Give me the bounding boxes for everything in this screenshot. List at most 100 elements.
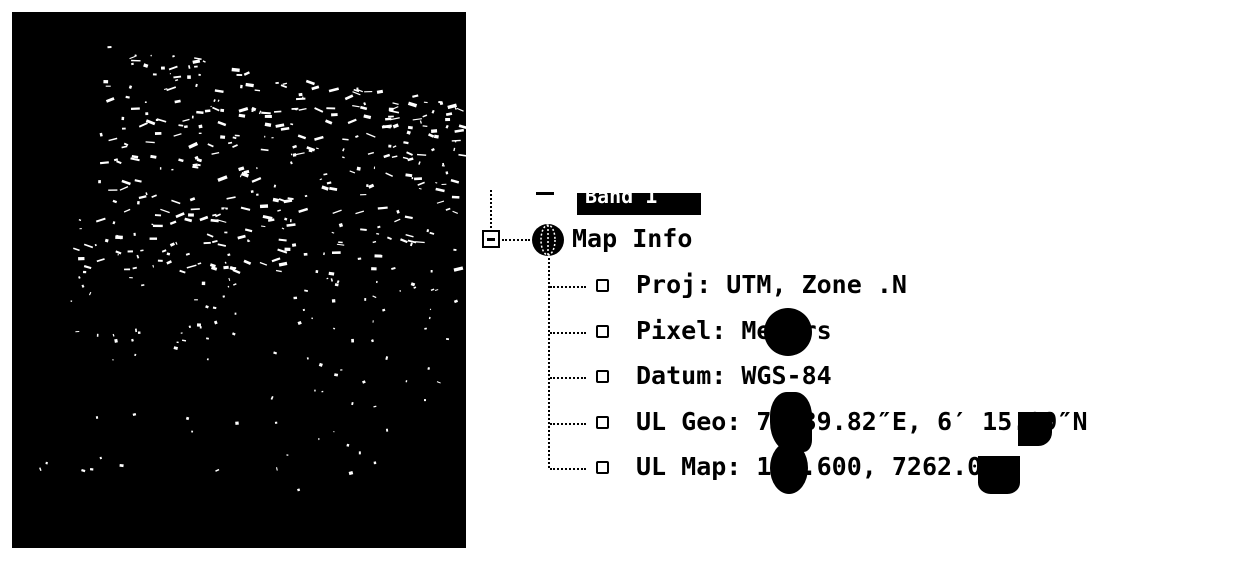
collapse-toggle-icon[interactable] — [482, 230, 500, 248]
terrain-speck — [231, 67, 240, 73]
tree-connector — [502, 239, 530, 241]
terrain-speck — [104, 238, 109, 243]
terrain-speck — [331, 299, 336, 303]
terrain-speck — [419, 120, 422, 124]
terrain-speck — [127, 250, 133, 253]
terrain-speck — [235, 421, 239, 425]
datum-item[interactable]: Datum: WGS-84 — [636, 361, 832, 390]
terrain-speck — [117, 253, 119, 256]
terrain-speck — [264, 135, 266, 138]
terrain-speck — [433, 134, 439, 139]
terrain-speck — [176, 341, 179, 344]
terrain-speck — [232, 144, 238, 149]
terrain-speck — [422, 114, 428, 118]
terrain-speck — [185, 252, 190, 256]
terrain-speck — [411, 177, 414, 180]
redaction-mark — [1018, 412, 1052, 446]
terrain-speck — [416, 153, 427, 156]
terrain-speck — [173, 346, 179, 350]
terrain-speck — [349, 170, 356, 174]
terrain-speck — [199, 215, 209, 222]
terrain-speck — [404, 215, 413, 220]
terrain-speck — [402, 156, 409, 160]
terrain-speck — [388, 115, 394, 118]
terrain-speck — [383, 153, 391, 159]
terrain-speck — [214, 89, 224, 93]
terrain-speck — [112, 333, 115, 337]
terrain-speck — [454, 128, 465, 133]
terrain-speck — [205, 305, 209, 309]
terrain-speck — [174, 99, 181, 104]
terrain-speck — [392, 123, 399, 129]
terrain-speck — [342, 148, 345, 152]
terrain-speck — [222, 295, 226, 298]
map-info-node[interactable]: Map Info — [572, 224, 692, 253]
terrain-speck — [128, 85, 133, 89]
terrain-speck — [256, 193, 259, 196]
terrain-speck — [105, 85, 111, 87]
terrain-speck — [453, 147, 456, 152]
terrain-speck — [314, 389, 316, 392]
terrain-speck — [346, 443, 350, 447]
terrain-speck — [435, 187, 445, 193]
terrain-speck — [134, 328, 138, 333]
terrain-speck — [373, 166, 376, 170]
terrain-speck — [88, 291, 92, 296]
terrain-speck — [78, 218, 82, 222]
terrain-speck — [278, 261, 288, 267]
terrain-speck — [239, 84, 243, 89]
terrain-speck — [286, 223, 296, 227]
tree-item-selected-clipped[interactable]: Band 1 — [577, 193, 701, 215]
terrain-speck — [211, 239, 218, 244]
terrain-speck — [326, 107, 336, 110]
terrain-speck — [203, 241, 211, 245]
terrain-speck — [409, 242, 413, 247]
terrain-speck — [188, 213, 194, 217]
terrain-speck — [280, 84, 288, 89]
terrain-speck — [396, 209, 400, 214]
terrain-speck — [451, 195, 460, 199]
terrain-speck — [392, 145, 397, 149]
terrain-speck — [189, 197, 196, 202]
terrain-speck — [258, 110, 262, 115]
terrain-speck — [131, 338, 134, 342]
terrain-speck — [217, 175, 228, 182]
terrain-speck — [73, 247, 80, 252]
terrain-speck — [400, 238, 408, 244]
terrain-speck — [352, 91, 361, 96]
terrain-speck — [264, 114, 272, 118]
terrain-speck — [445, 171, 449, 175]
terrain-speck — [318, 437, 320, 441]
terrain-speck — [172, 55, 175, 58]
terrain-speck — [436, 200, 445, 204]
terrain-speck — [244, 228, 253, 233]
terrain-speck — [385, 172, 394, 177]
terrain-speck — [334, 373, 339, 377]
terrain-speck — [330, 278, 334, 282]
terrain-speck — [227, 141, 233, 145]
terrain-speck — [340, 369, 343, 371]
terrain-speck — [418, 161, 421, 165]
terrain-speck — [424, 327, 427, 330]
terrain-speck — [428, 133, 435, 138]
terrain-speck — [430, 269, 433, 273]
terrain-speck — [334, 283, 339, 287]
proj-item[interactable]: Proj: UTM, Zone .N — [636, 270, 907, 299]
terrain-speck — [290, 153, 293, 156]
terrain-speck — [231, 267, 237, 270]
terrain-speck — [407, 101, 418, 108]
terrain-speck — [197, 262, 202, 265]
terrain-speck — [184, 217, 193, 223]
redaction-mark — [770, 442, 808, 494]
terrain-speck — [196, 323, 202, 327]
terrain-speck — [217, 120, 227, 127]
ul-map-item[interactable]: UL Map: 175.600, 7262.000 — [636, 452, 1012, 481]
terrain-speck — [188, 141, 199, 149]
terrain-speck — [145, 192, 148, 196]
terrain-speck — [143, 63, 149, 68]
terrain-speck — [284, 247, 291, 252]
terrain-speck — [325, 119, 333, 125]
terrain-speck — [96, 333, 99, 337]
terrain-speck — [352, 105, 360, 108]
terrain-speck — [276, 467, 278, 471]
